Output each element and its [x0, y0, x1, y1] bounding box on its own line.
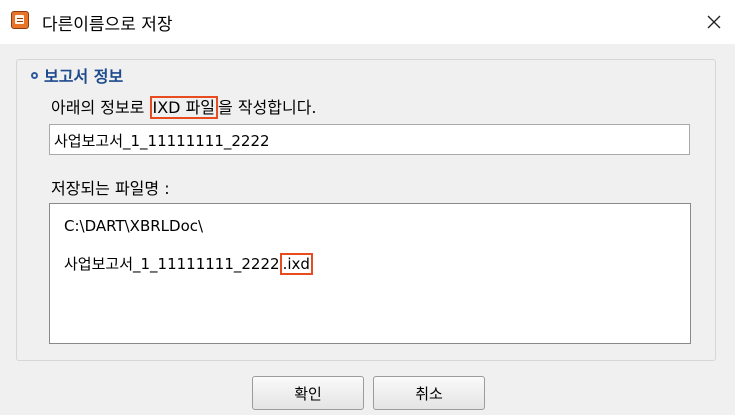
group-title: 보고서 정보	[29, 65, 128, 86]
saved-file-name: 사업보고서_1_11111111_2222 .ixd	[64, 253, 313, 275]
ok-button[interactable]: 확인	[252, 376, 364, 410]
description-suffix: 을 작성합니다.	[218, 98, 317, 117]
saved-file-basename: 사업보고서_1_11111111_2222	[64, 255, 280, 273]
window-title: 다른이름으로 저장	[42, 15, 173, 35]
ixd-extension-highlight: .ixd	[279, 253, 313, 275]
document-app-icon	[11, 11, 29, 29]
bullet-icon	[31, 71, 38, 79]
saved-file-path: C:\DART\XBRLDoc\	[64, 217, 204, 235]
save-as-dialog: 다른이름으로 저장 보고서 정보 아래의 정보로 IXD 파일 을 작성합니다. …	[0, 0, 735, 415]
cancel-button[interactable]: 취소	[373, 376, 485, 410]
title-bar: 다른이름으로 저장	[0, 0, 735, 44]
close-icon	[707, 15, 721, 29]
group-title-text: 보고서 정보	[44, 67, 124, 86]
report-name-field[interactable]: 사업보고서_1_11111111_2222	[49, 124, 690, 155]
saved-file-label: 저장되는 파일명 :	[51, 179, 170, 198]
description-prefix: 아래의 정보로	[51, 98, 150, 117]
close-button[interactable]	[696, 8, 732, 36]
description-text: 아래의 정보로 IXD 파일 을 작성합니다.	[51, 94, 317, 119]
ixd-file-highlight: IXD 파일	[149, 96, 219, 119]
